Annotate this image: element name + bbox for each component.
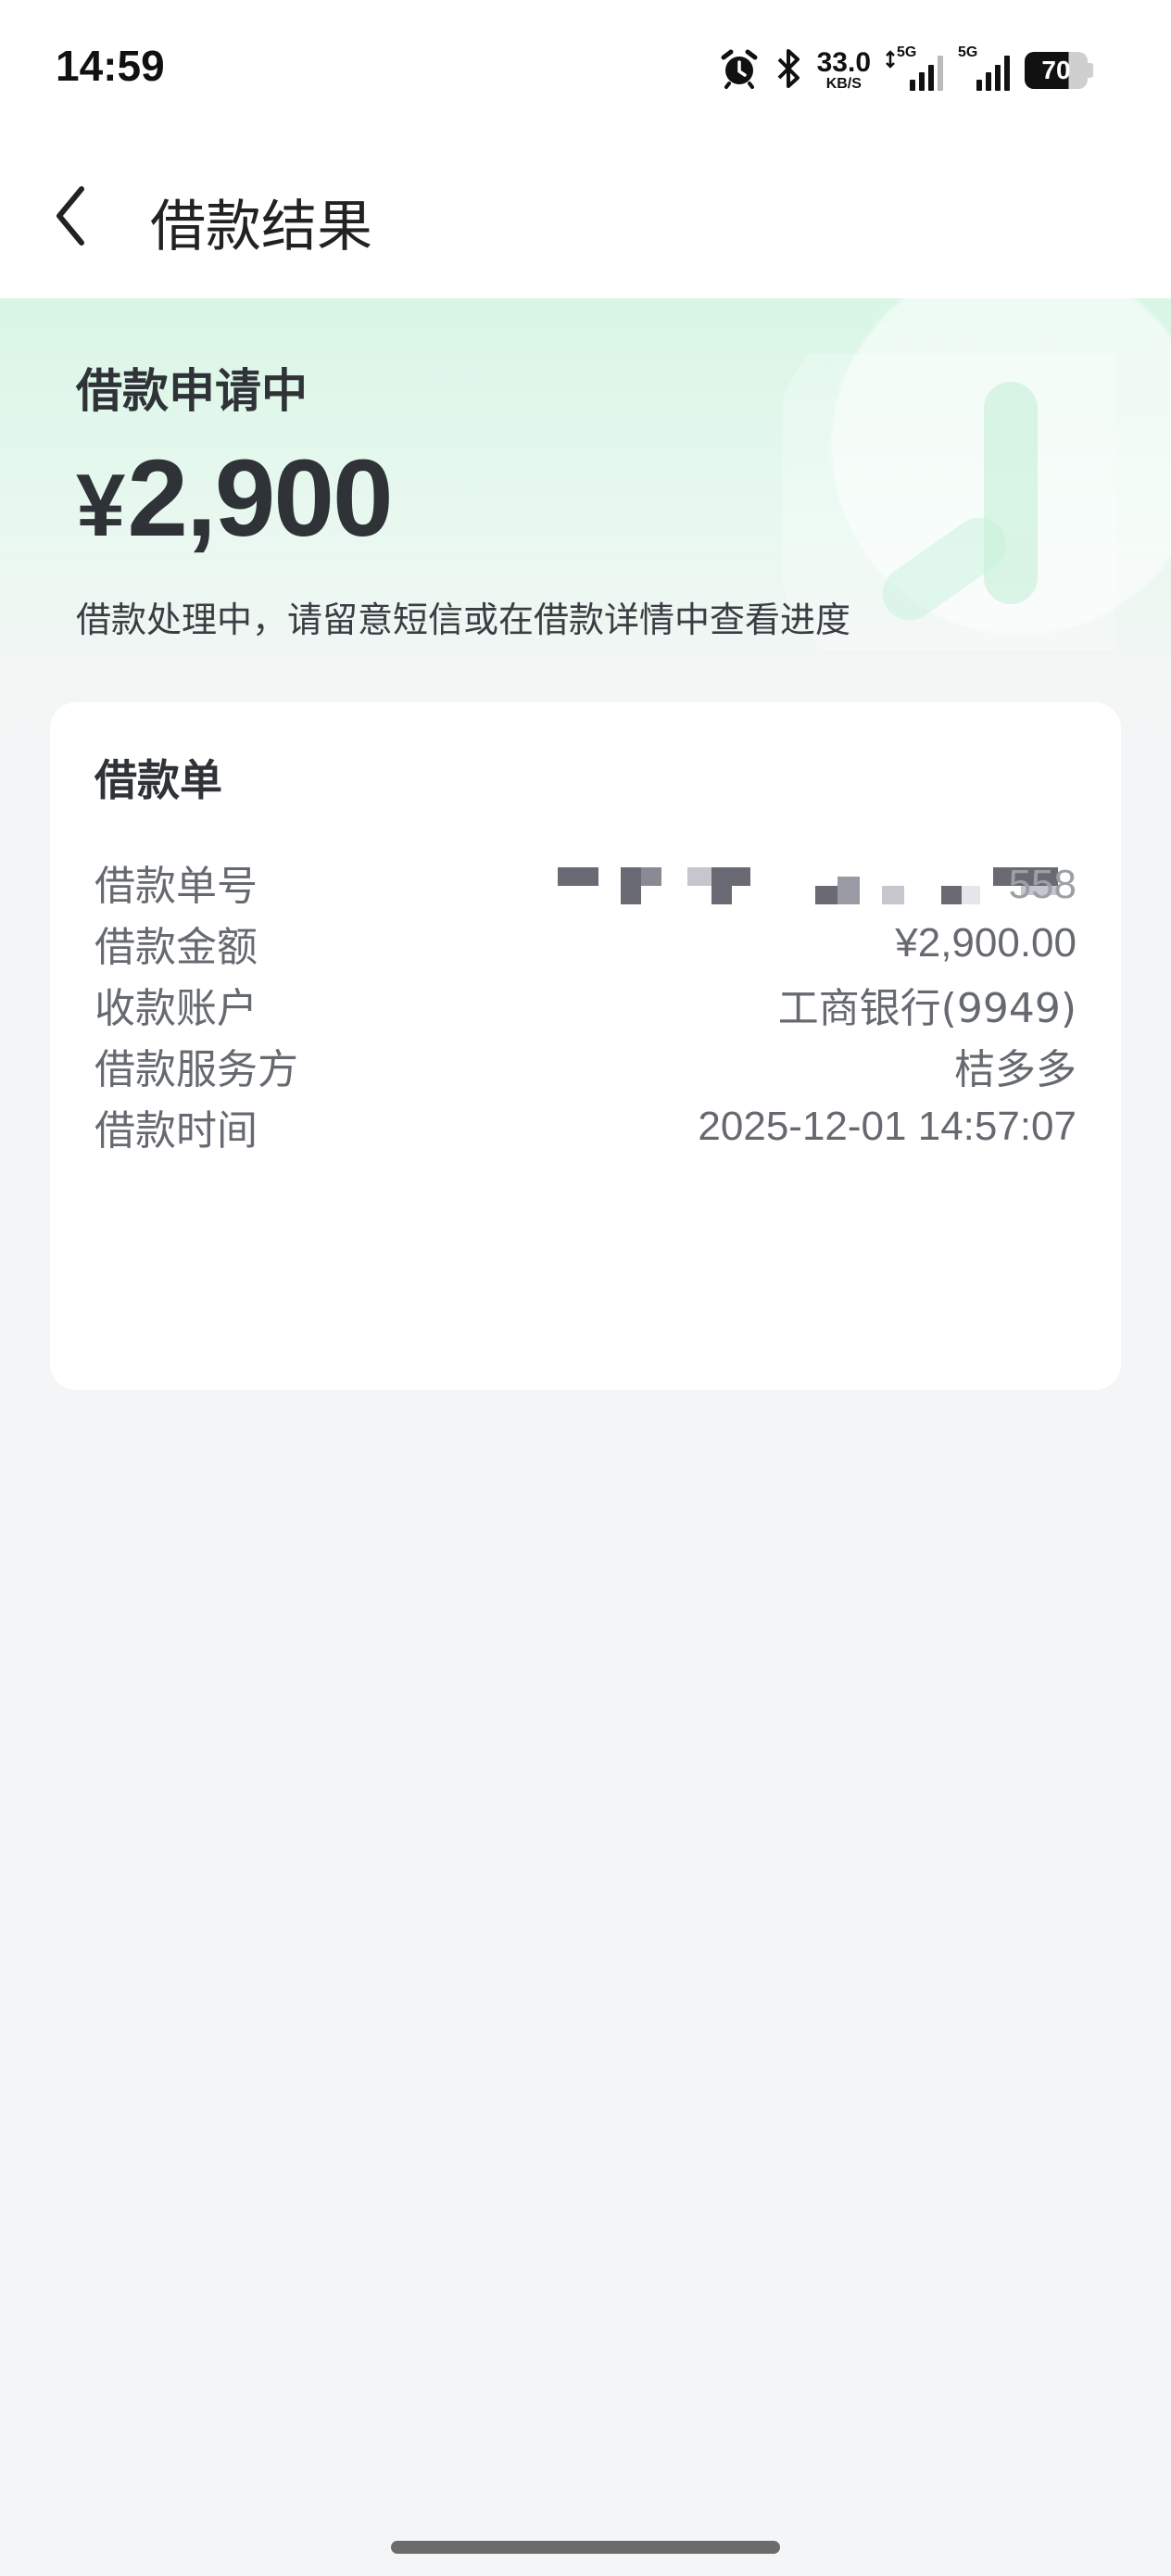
detail-label: 借款时间 [94,1107,258,1155]
detail-value: 桔多多 [954,1046,1077,1093]
status-icons: 33.0 KB/S 5G 5G 70 [719,44,1095,95]
chevron-left-icon [52,183,89,252]
home-indicator[interactable] [391,2541,780,2554]
detail-value: ¥2,900.00 [895,920,1077,966]
loan-status-note: 借款处理中，请留意短信或在借款详情中查看进度 [76,600,851,640]
alarm-icon [719,48,760,93]
nav-bar: 借款结果 [0,139,1171,298]
back-button[interactable] [37,176,104,259]
detail-row-time: 借款时间 2025-12-01 14:57:07 [94,1090,1077,1164]
loan-result-page: 14:59 33.0 KB/S 5G 5G 70 借款结果 借款申请中 ¥2,9… [0,0,1171,2576]
network-speed: 33.0 KB/S [817,49,871,92]
masked-order-number: 558 [558,854,1077,910]
detail-value: 工商银行(9949) [777,985,1077,1032]
status-time: 14:59 [56,42,165,90]
order-number-suffix: 558 [1008,862,1077,907]
loan-status-text: 借款申请中 [76,364,308,418]
detail-label: 收款账户 [94,985,258,1032]
signal-icon-2: 5G [958,44,1010,91]
loan-details-card: 借款单 借款单号 558 借款金额 ¥2,900.00 收款账户 工商银行(99… [50,702,1121,1390]
card-title: 借款单 [94,755,222,805]
network-speed-unit: KB/S [825,76,862,92]
detail-label: 借款服务方 [94,1046,298,1093]
battery-icon: 70 [1025,52,1095,89]
network-speed-value: 33.0 [816,47,871,78]
status-bar: 14:59 33.0 KB/S 5G 5G 70 [0,0,1171,139]
bluetooth-icon [774,48,802,93]
loan-amount-value: 2,900 [127,437,393,560]
signal-2-tag: 5G [958,44,978,60]
loan-amount: ¥2,900 [76,436,394,562]
detail-label: 借款单号 [94,863,258,910]
currency-symbol: ¥ [76,456,125,555]
page-title: 借款结果 [150,195,372,259]
loan-status-banner: 借款申请中 ¥2,900 借款处理中，请留意短信或在借款详情中查看进度 [0,298,1171,762]
detail-label: 借款金额 [94,924,258,971]
detail-value: 2025-12-01 14:57:07 [698,1104,1077,1149]
battery-level: 70 [1025,52,1088,89]
signal-icon: 5G [886,44,943,91]
